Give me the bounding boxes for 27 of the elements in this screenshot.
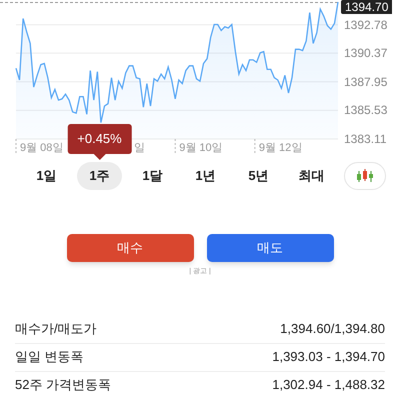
y-axis-label: 1385.53 xyxy=(344,103,388,118)
candlestick-button[interactable] xyxy=(344,162,386,190)
period-tab[interactable]: 1일 xyxy=(24,162,69,190)
candlestick-icon xyxy=(356,169,374,183)
stat-label: 매수가/매도가 xyxy=(15,320,97,338)
buy-button[interactable]: 매수 xyxy=(66,234,194,262)
x-axis-label: 9월 12일 xyxy=(258,142,302,155)
x-axis-label: 9월 10일 xyxy=(179,142,223,155)
x-axis-label: 일 xyxy=(134,142,145,155)
period-tab[interactable]: 5년 xyxy=(236,162,281,190)
y-axis-label: 1390.37 xyxy=(344,46,388,60)
y-axis-label: 1387.95 xyxy=(344,74,388,89)
stat-label: 일일 변동폭 xyxy=(15,348,84,366)
change-tooltip: +0.45% xyxy=(67,124,132,154)
period-tab[interactable]: 1주 xyxy=(77,162,122,190)
period-tab[interactable]: 1년 xyxy=(183,162,228,190)
y-axis-label: 1383.11 xyxy=(344,132,386,146)
stat-label: 52주 가격변동폭 xyxy=(15,376,112,394)
period-tab[interactable]: 최대 xyxy=(286,162,336,190)
sell-button[interactable]: 매도 xyxy=(206,234,334,262)
x-axis-label: 9월 08일 xyxy=(20,142,64,155)
stat-value: 1,393.03 - 1,394.70 xyxy=(272,348,385,366)
current-price-label: 1394.70 xyxy=(341,0,392,14)
period-tab[interactable]: 1달 xyxy=(130,162,175,190)
stat-value: 1,394.60/1,394.80 xyxy=(280,320,385,338)
stat-value: 1,302.94 - 1,488.32 xyxy=(272,376,385,394)
y-axis-label: 1392.78 xyxy=(344,18,388,32)
